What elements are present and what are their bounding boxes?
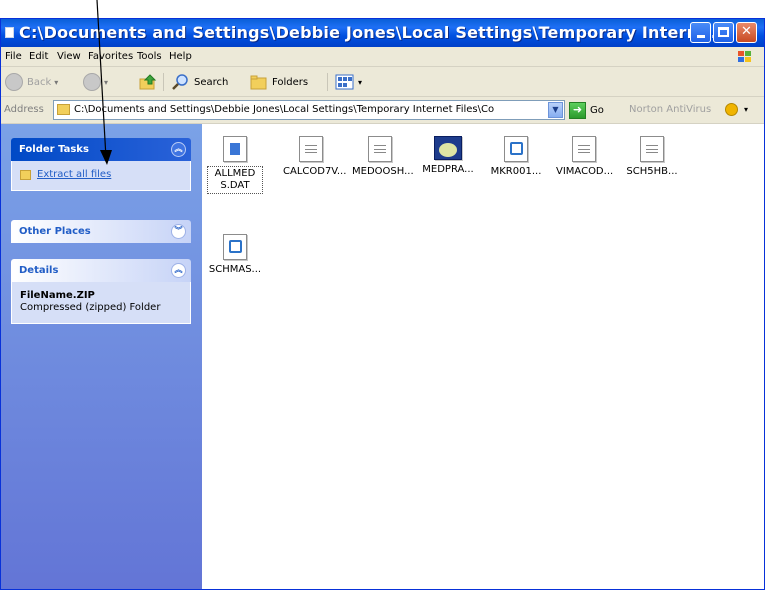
- folders-label: Folders: [272, 76, 309, 88]
- norton-antivirus-label[interactable]: Norton AntiVirus: [629, 104, 711, 115]
- details-title: Details: [19, 265, 59, 276]
- search-icon: [172, 74, 188, 90]
- menu-tools[interactable]: Tools: [137, 51, 162, 62]
- text-file-icon: [572, 136, 596, 162]
- go-button[interactable]: ➜ Go: [569, 101, 604, 119]
- menu-help[interactable]: Help: [169, 51, 192, 62]
- file-item[interactable]: SCH5HB...: [624, 136, 680, 178]
- file-name: SCH5HB...: [626, 166, 678, 177]
- file-name: SCHMAS...: [208, 264, 262, 275]
- forward-dropdown-icon[interactable]: ▾: [104, 78, 108, 87]
- go-label: Go: [590, 104, 604, 116]
- doc-file-icon: [223, 234, 247, 260]
- back-button[interactable]: Back ▾: [5, 72, 58, 92]
- address-input[interactable]: C:\Documents and Settings\Debbie Jones\L…: [53, 100, 565, 120]
- expand-chevron-icon[interactable]: ︾: [171, 224, 186, 239]
- back-arrow-icon: [5, 73, 23, 91]
- zip-folder-icon: [20, 169, 31, 180]
- menu-edit[interactable]: Edit: [29, 51, 48, 62]
- bat-file-icon: [223, 136, 247, 162]
- address-dropdown-icon[interactable]: ▼: [548, 102, 563, 118]
- windows-logo-icon: [738, 51, 751, 62]
- folder-tasks-title: Folder Tasks: [19, 144, 89, 155]
- go-arrow-icon: ➜: [569, 101, 586, 119]
- file-name: MEDPRA...: [422, 164, 474, 175]
- exe-file-icon: [434, 136, 462, 160]
- address-value: C:\Documents and Settings\Debbie Jones\L…: [74, 104, 495, 115]
- folder-icon: [57, 104, 70, 115]
- title-bar[interactable]: C:\Documents and Settings\Debbie Jones\L…: [1, 19, 764, 47]
- folders-button[interactable]: Folders: [249, 72, 308, 92]
- folder-window-icon: [5, 27, 14, 38]
- file-name: MEDOOSH...: [352, 166, 414, 177]
- text-file-icon: [368, 136, 392, 162]
- file-name: ALLMEDS.DAT: [207, 166, 263, 194]
- file-item[interactable]: SCHMAS...: [207, 234, 263, 276]
- file-item[interactable]: CALCOD7V...: [283, 136, 347, 178]
- other-places-panel: Other Places ︾: [11, 220, 191, 243]
- menu-bar: File Edit View Favorites Tools Help: [1, 47, 764, 67]
- details-panel: Details ︽ FileName.ZIP Compressed (zippe…: [11, 259, 191, 324]
- views-button[interactable]: ▾: [335, 72, 362, 92]
- extract-all-files-link[interactable]: Extract all files: [20, 169, 182, 180]
- views-dropdown-icon[interactable]: ▾: [358, 78, 362, 87]
- toolbar-separator: [163, 73, 164, 91]
- file-item[interactable]: MEDOOSH...: [352, 136, 414, 178]
- back-dropdown-icon[interactable]: ▾: [54, 78, 58, 87]
- standard-toolbar: Back ▾ ▾ Search Folders ▾: [1, 67, 764, 97]
- address-label: Address: [4, 104, 44, 115]
- toolbar-separator: [327, 73, 328, 91]
- details-header[interactable]: Details ︽: [11, 259, 191, 282]
- menu-file[interactable]: File: [5, 51, 22, 62]
- forward-arrow-icon: [83, 73, 101, 91]
- file-name: CALCOD7V...: [283, 166, 347, 177]
- file-item[interactable]: VIMACOD...: [556, 136, 614, 178]
- file-item[interactable]: ALLMEDS.DAT: [207, 136, 263, 194]
- up-folder-button[interactable]: [138, 72, 158, 92]
- search-button[interactable]: Search: [171, 72, 228, 92]
- file-name: MKR001...: [490, 166, 542, 177]
- doc-file-icon: [504, 136, 528, 162]
- detail-file-name: FileName.ZIP: [20, 290, 95, 301]
- menu-view[interactable]: View: [57, 51, 81, 62]
- up-folder-icon: [139, 74, 157, 90]
- folders-icon: [250, 75, 267, 90]
- minimize-button[interactable]: [690, 22, 711, 43]
- window-title: C:\Documents and Settings\Debbie Jones\L…: [19, 23, 718, 42]
- file-view[interactable]: ALLMEDS.DAT CALCOD7V... MEDOOSH... MEDPR…: [202, 124, 764, 589]
- file-name: VIMACOD...: [556, 166, 614, 177]
- collapse-chevron-icon[interactable]: ︽: [171, 263, 186, 278]
- maximize-button[interactable]: [713, 22, 734, 43]
- detail-file-type: Compressed (zipped) Folder: [20, 302, 161, 313]
- extract-all-files-label: Extract all files: [37, 169, 112, 180]
- task-pane: Folder Tasks ︽ Extract all files Other P…: [1, 124, 202, 589]
- norton-antivirus-icon[interactable]: [725, 103, 738, 116]
- search-label: Search: [194, 76, 229, 88]
- file-item[interactable]: MEDPRA...: [420, 136, 476, 176]
- folder-tasks-body: Extract all files: [11, 161, 191, 191]
- maximize-icon: [718, 27, 729, 37]
- text-file-icon: [299, 136, 323, 162]
- close-button[interactable]: ✕: [736, 22, 757, 43]
- file-item[interactable]: MKR001...: [488, 136, 544, 178]
- minimize-icon: [696, 35, 705, 38]
- forward-button[interactable]: ▾: [83, 72, 108, 92]
- explorer-window: C:\Documents and Settings\Debbie Jones\L…: [0, 18, 765, 590]
- address-bar: Address C:\Documents and Settings\Debbie…: [1, 97, 764, 124]
- details-body: FileName.ZIP Compressed (zipped) Folder: [11, 282, 191, 324]
- norton-dropdown-icon[interactable]: ▾: [744, 105, 748, 114]
- folder-tasks-header[interactable]: Folder Tasks ︽: [11, 138, 191, 161]
- other-places-header[interactable]: Other Places ︾: [11, 220, 191, 243]
- views-icon: [335, 74, 354, 90]
- other-places-title: Other Places: [19, 226, 91, 237]
- menu-favorites[interactable]: Favorites: [88, 51, 133, 62]
- folder-tasks-panel: Folder Tasks ︽ Extract all files: [11, 138, 191, 191]
- cropped-top-strip: [0, 0, 765, 18]
- collapse-chevron-icon[interactable]: ︽: [171, 142, 186, 157]
- back-label: Back: [27, 76, 52, 88]
- text-file-icon: [640, 136, 664, 162]
